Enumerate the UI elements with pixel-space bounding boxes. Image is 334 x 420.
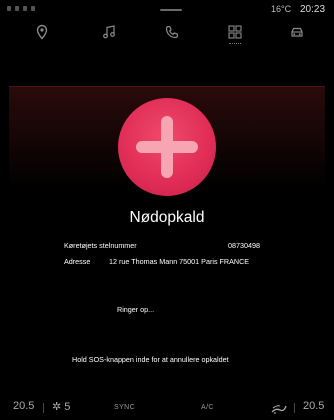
- air-flow-icon[interactable]: [271, 402, 287, 414]
- pull-down-handle[interactable]: [160, 9, 182, 11]
- page-title: Nødopkald: [129, 209, 205, 226]
- right-temperature[interactable]: 20.5: [303, 400, 324, 412]
- call-status: Ringer op...: [117, 305, 155, 314]
- vin-label: Køretøjets stelnummer: [64, 241, 137, 250]
- vin-value: 08730498: [228, 241, 260, 250]
- outside-temperature: 16°C: [271, 4, 292, 14]
- left-temperature[interactable]: 20.5: [13, 400, 34, 412]
- car-icon[interactable]: [289, 24, 305, 40]
- climate-bar: 20.5 ✲ 5 SYNC A/C 20.5: [0, 396, 334, 420]
- signal-icon: [7, 6, 35, 11]
- status-bar: 16°C 20:23: [0, 0, 334, 18]
- music-note-icon[interactable]: [101, 24, 117, 40]
- ac-button[interactable]: A/C: [201, 404, 214, 411]
- sync-button[interactable]: SYNC: [114, 404, 135, 411]
- top-navigation: [0, 22, 334, 44]
- cancel-hint: Hold SOS-knappen inde for at annullere o…: [72, 355, 229, 364]
- sos-call-button[interactable]: [118, 98, 216, 196]
- fan-control[interactable]: ✲ 5: [52, 400, 70, 413]
- page-indicator: [229, 43, 241, 45]
- address-value: 12 rue Thomas Mann 75001 Paris FRANCE: [109, 257, 250, 266]
- fan-level: 5: [64, 401, 71, 413]
- apps-grid-icon[interactable]: [227, 24, 243, 40]
- location-pin-icon[interactable]: [34, 24, 50, 40]
- clock: 20:23: [300, 4, 326, 15]
- address-label: Adresse: [64, 257, 91, 266]
- phone-icon[interactable]: [164, 24, 180, 40]
